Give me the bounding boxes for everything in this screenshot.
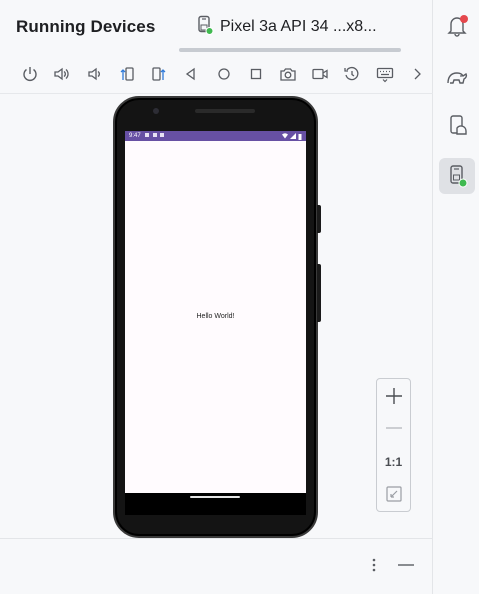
device-screen[interactable]: 9:47 Hello World! <box>125 131 306 493</box>
status-notification-icons <box>144 132 167 140</box>
signal-icon <box>290 133 296 139</box>
actual-size-button[interactable]: 1:1 <box>377 447 410 477</box>
options-menu-button[interactable] <box>363 555 385 575</box>
hello-world-text: Hello World! <box>196 313 235 320</box>
android-status-bar: 9:47 <box>125 131 306 141</box>
gradle-elephant-icon <box>447 72 468 84</box>
more-toolbar-button[interactable] <box>401 60 433 88</box>
rotate-left-icon <box>120 67 134 81</box>
overview-icon <box>250 68 261 80</box>
chevron-right-icon <box>414 68 421 80</box>
panel-title: Running Devices <box>16 17 156 36</box>
device-manager-button[interactable] <box>439 108 475 144</box>
right-tool-strip <box>433 0 479 594</box>
device-tab[interactable]: Pixel 3a API 34 ...x8... <box>196 14 377 40</box>
keyboard-button[interactable] <box>369 60 401 88</box>
earpiece-speaker <box>195 109 255 113</box>
running-device-icon <box>450 165 468 188</box>
bottom-divider <box>0 538 433 539</box>
gradle-button[interactable] <box>439 58 475 94</box>
back-button[interactable] <box>175 60 207 88</box>
overview-button[interactable] <box>240 60 272 88</box>
running-devices-window: Running Devices Pixel 3a API 34 ...x8... <box>0 0 479 594</box>
actual-size-label: 1:1 <box>384 455 403 469</box>
wifi-icon <box>282 133 288 139</box>
status-time: 9:47 <box>129 133 141 139</box>
volume-up-icon <box>54 67 69 81</box>
front-camera <box>153 108 159 114</box>
snapshot-button[interactable] <box>336 60 368 88</box>
rotate-right-button[interactable] <box>143 60 175 88</box>
volume-down-icon <box>87 67 100 81</box>
volume-up-button[interactable] <box>46 60 78 88</box>
device-toolbar <box>0 58 433 90</box>
phone-volume-key <box>317 264 321 322</box>
plus-icon <box>385 388 402 404</box>
fit-screen-button[interactable] <box>377 479 410 509</box>
minimize-icon <box>398 564 414 566</box>
notifications-button[interactable] <box>439 8 475 44</box>
header: Running Devices Pixel 3a API 34 ...x8... <box>0 0 433 54</box>
rotate-right-icon <box>152 67 166 81</box>
snapshot-icon <box>344 66 359 81</box>
phone-power-key <box>317 205 321 233</box>
screenshot-button[interactable] <box>272 60 304 88</box>
back-icon <box>186 67 195 81</box>
bell-icon <box>447 15 468 37</box>
minimize-button[interactable] <box>395 555 417 575</box>
zoom-controls: 1:1 <box>376 378 411 512</box>
device-tab-label: Pixel 3a API 34 ...x8... <box>220 18 377 35</box>
device-manager-icon <box>450 115 467 135</box>
device-running-icon <box>196 15 214 40</box>
zoom-in-button[interactable] <box>377 381 410 411</box>
power-icon <box>23 67 37 81</box>
running-devices-button[interactable] <box>439 158 475 194</box>
screen-record-button[interactable] <box>304 60 336 88</box>
minus-icon <box>385 427 402 429</box>
volume-down-button[interactable] <box>78 60 110 88</box>
rotate-left-button[interactable] <box>111 60 143 88</box>
home-icon <box>217 68 230 80</box>
battery-icon <box>298 133 302 140</box>
screen-record-icon <box>312 68 328 80</box>
main-panel: Running Devices Pixel 3a API 34 ...x8... <box>0 0 433 594</box>
keyboard-icon <box>376 67 393 83</box>
power-button[interactable] <box>14 60 46 88</box>
tab-selected-indicator <box>179 48 401 52</box>
home-button[interactable] <box>207 60 239 88</box>
gesture-home-handle[interactable] <box>190 496 240 498</box>
fit-screen-icon <box>385 486 402 502</box>
camera-icon <box>280 68 296 81</box>
zoom-out-button[interactable] <box>377 413 410 443</box>
vertical-ellipsis-icon <box>372 558 376 572</box>
status-system-icons <box>282 133 302 140</box>
